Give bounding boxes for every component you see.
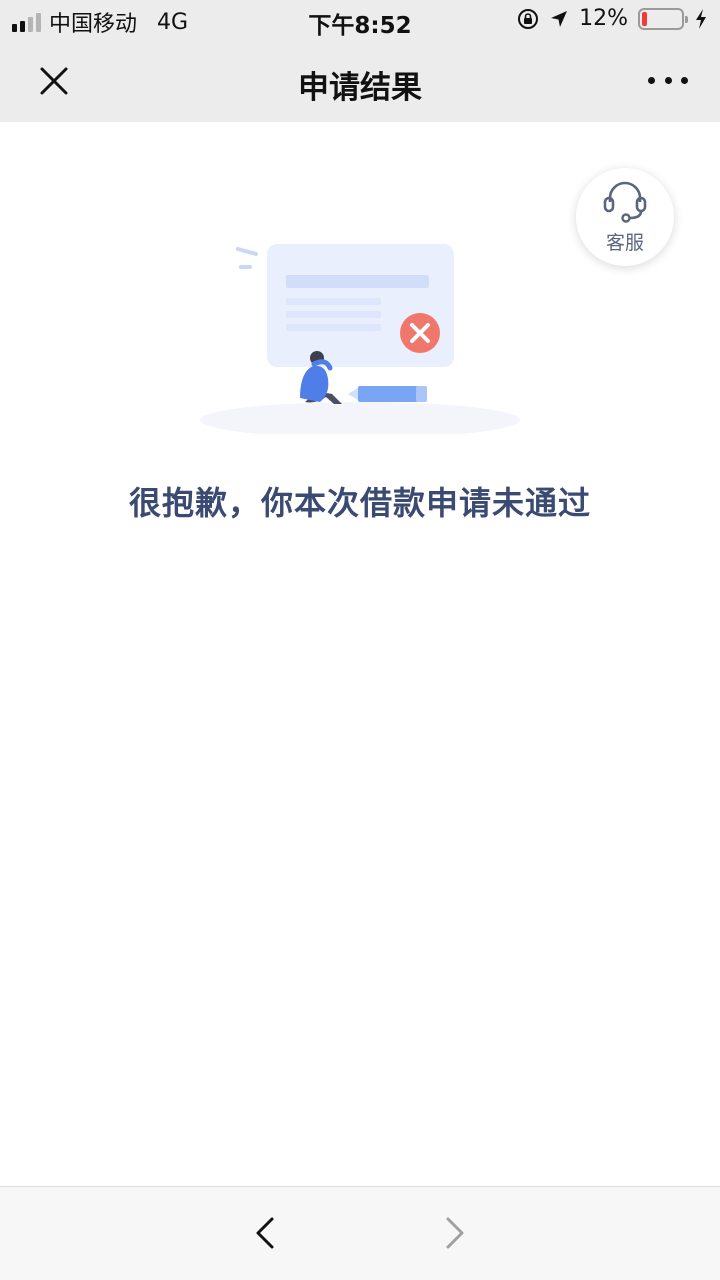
- customer-service-button[interactable]: 客服: [576, 168, 674, 266]
- more-icon[interactable]: [648, 68, 688, 92]
- chevron-left-icon[interactable]: [244, 1211, 288, 1255]
- charging-bolt-icon: [696, 8, 706, 29]
- page-title: 申请结果: [298, 70, 422, 106]
- rotation-lock-icon: [518, 8, 539, 29]
- status-right: 12%: [517, 6, 708, 31]
- nav-bar: 申请结果: [0, 40, 720, 122]
- result-message: 很抱歉，你本次借款申请未通过: [128, 484, 591, 522]
- more-dot: [664, 76, 672, 84]
- battery-icon: [638, 7, 688, 30]
- battery-percent: 12%: [579, 6, 628, 31]
- location-arrow-icon: [551, 10, 568, 27]
- customer-service-label: 客服: [605, 232, 644, 254]
- more-dot: [681, 76, 688, 84]
- headset-icon: [603, 181, 647, 223]
- status-bar: 中国移动 4G 下午8:52 12%: [0, 0, 720, 40]
- chevron-right-icon[interactable]: [432, 1211, 476, 1255]
- app-screen: 中国移动 4G 下午8:52 12% 申请结果 客服 很抱歉，你本次借款申请未通…: [0, 0, 720, 1280]
- battery-level: [642, 11, 647, 26]
- more-dot: [648, 76, 655, 84]
- rejected-application-illustration: [200, 244, 520, 434]
- bottom-toolbar: [0, 1186, 720, 1280]
- main-content: 客服 很抱歉，你本次借款申请未通过: [0, 122, 720, 1186]
